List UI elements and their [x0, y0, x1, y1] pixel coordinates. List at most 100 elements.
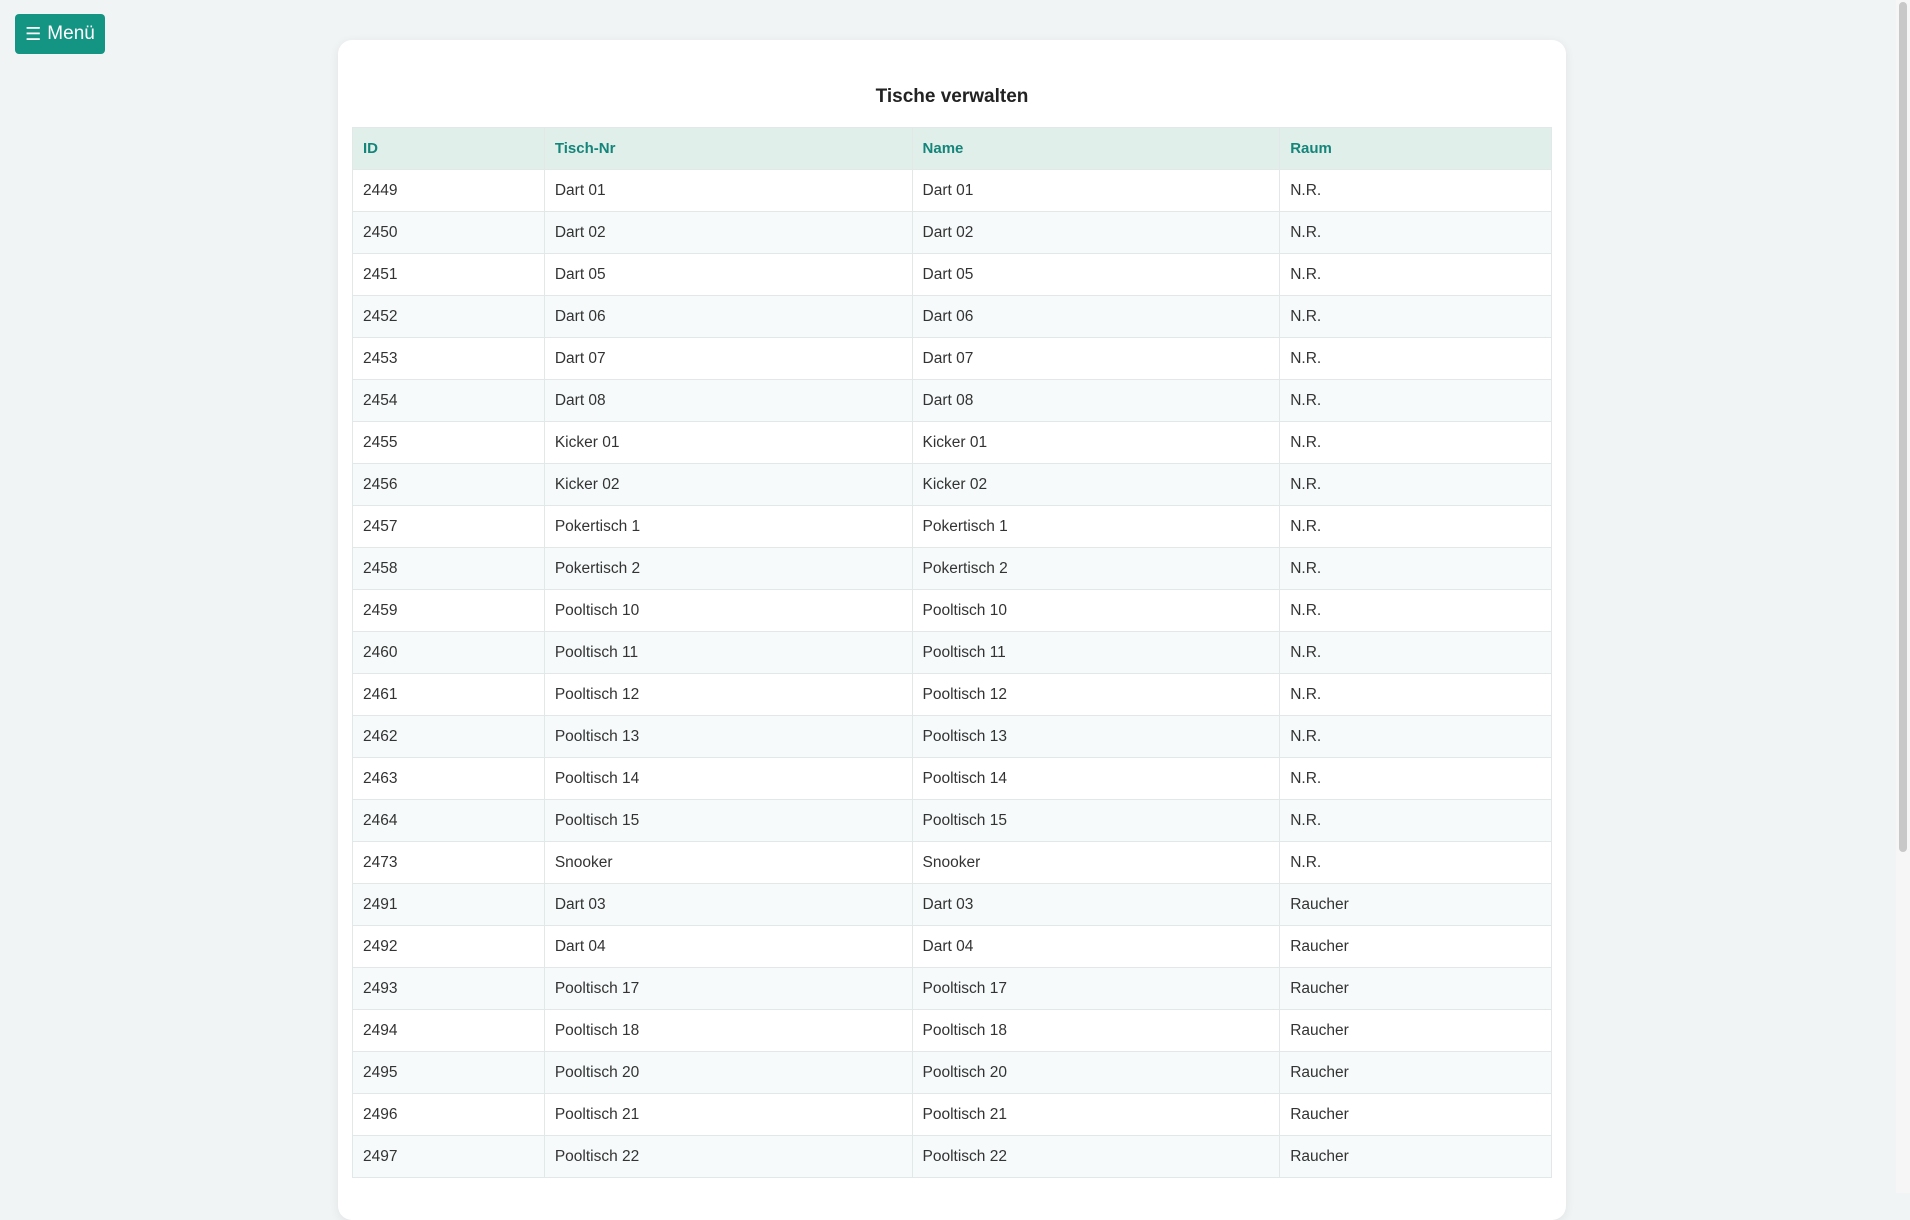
- cell-tisch-nr: Kicker 02: [543, 463, 913, 506]
- cell-tisch-nr: Snooker: [543, 841, 913, 884]
- table-row[interactable]: 2456 Kicker 02 Kicker 02 N.R.: [352, 463, 1552, 506]
- cell-name: Dart 01: [911, 169, 1281, 212]
- cell-tisch-nr: Kicker 01: [543, 421, 913, 464]
- table-row[interactable]: 2460 Pooltisch 11 Pooltisch 11 N.R.: [352, 631, 1552, 674]
- tables-table: ID Tisch-Nr Name Raum 2449 Dart 01 Dart 01…: [352, 127, 1552, 1178]
- table-body: 2449 Dart 01 Dart 01 N.R. 2450 Dart 02 Dart 02…: [352, 169, 1552, 1178]
- cell-id: 2454: [352, 379, 545, 422]
- cell-id: 2452: [352, 295, 545, 338]
- table-row[interactable]: 2495 Pooltisch 20 Pooltisch 20 Raucher: [352, 1051, 1552, 1094]
- cell-id: 2451: [352, 253, 545, 296]
- cell-raum: N.R.: [1279, 295, 1552, 338]
- cell-name: Dart 04: [911, 925, 1281, 968]
- cell-tisch-nr: Pooltisch 13: [543, 715, 913, 758]
- cell-name: Kicker 02: [911, 463, 1281, 506]
- table-row[interactable]: 2454 Dart 08 Dart 08 N.R.: [352, 379, 1552, 422]
- table-row[interactable]: 2449 Dart 01 Dart 01 N.R.: [352, 169, 1552, 212]
- cell-raum: Raucher: [1279, 1135, 1552, 1178]
- column-header-tisch-nr[interactable]: Tisch-Nr: [543, 127, 913, 170]
- cell-raum: Raucher: [1279, 1051, 1552, 1094]
- cell-raum: Raucher: [1279, 1009, 1552, 1052]
- cell-name: Pooltisch 11: [911, 631, 1281, 674]
- cell-id: 2494: [352, 1009, 545, 1052]
- cell-id: 2456: [352, 463, 545, 506]
- page-title: Tische verwalten: [875, 86, 1029, 107]
- cell-id: 2460: [352, 631, 545, 674]
- menu-button[interactable]: ☰ Menü: [15, 14, 105, 54]
- table-row[interactable]: 2492 Dart 04 Dart 04 Raucher: [352, 925, 1552, 968]
- table-row[interactable]: 2494 Pooltisch 18 Pooltisch 18 Raucher: [352, 1009, 1552, 1052]
- column-header-raum[interactable]: Raum: [1279, 127, 1552, 170]
- table-row[interactable]: 2459 Pooltisch 10 Pooltisch 10 N.R.: [352, 589, 1552, 632]
- cell-raum: N.R.: [1279, 631, 1552, 674]
- table-row[interactable]: 2451 Dart 05 Dart 05 N.R.: [352, 253, 1552, 296]
- table-row[interactable]: 2455 Kicker 01 Kicker 01 N.R.: [352, 421, 1552, 464]
- cell-name: Pooltisch 20: [911, 1051, 1281, 1094]
- tables-card: Tische verwalten ID Tisch-Nr Name Raum 2…: [338, 40, 1566, 1220]
- cell-raum: N.R.: [1279, 421, 1552, 464]
- table-row[interactable]: 2462 Pooltisch 13 Pooltisch 13 N.R.: [352, 715, 1552, 758]
- cell-name: Pooltisch 13: [911, 715, 1281, 758]
- cell-tisch-nr: Pooltisch 17: [543, 967, 913, 1010]
- cell-id: 2458: [352, 547, 545, 590]
- cell-tisch-nr: Dart 06: [543, 295, 913, 338]
- cell-tisch-nr: Dart 08: [543, 379, 913, 422]
- cell-raum: N.R.: [1279, 211, 1552, 254]
- table-row[interactable]: 2452 Dart 06 Dart 06 N.R.: [352, 295, 1552, 338]
- table-row[interactable]: 2458 Pokertisch 2 Pokertisch 2 N.R.: [352, 547, 1552, 590]
- menu-button-label: Menü: [47, 23, 95, 44]
- table-row[interactable]: 2464 Pooltisch 15 Pooltisch 15 N.R.: [352, 799, 1552, 842]
- table-row[interactable]: 2491 Dart 03 Dart 03 Raucher: [352, 883, 1552, 926]
- cell-tisch-nr: Dart 05: [543, 253, 913, 296]
- cell-raum: N.R.: [1279, 463, 1552, 506]
- cell-tisch-nr: Pooltisch 20: [543, 1051, 913, 1094]
- cell-raum: N.R.: [1279, 673, 1552, 716]
- cell-name: Pokertisch 1: [911, 505, 1281, 548]
- cell-name: Dart 05: [911, 253, 1281, 296]
- cell-name: Dart 07: [911, 337, 1281, 380]
- cell-name: Pooltisch 21: [911, 1093, 1281, 1136]
- hamburger-icon: ☰: [25, 24, 42, 44]
- table-row[interactable]: 2493 Pooltisch 17 Pooltisch 17 Raucher: [352, 967, 1552, 1010]
- table-row[interactable]: 2457 Pokertisch 1 Pokertisch 1 N.R.: [352, 505, 1552, 548]
- cell-tisch-nr: Pooltisch 18: [543, 1009, 913, 1052]
- cell-name: Kicker 01: [911, 421, 1281, 464]
- cell-tisch-nr: Pooltisch 11: [543, 631, 913, 674]
- cell-name: Snooker: [911, 841, 1281, 884]
- table-header-row: ID Tisch-Nr Name Raum: [352, 127, 1552, 170]
- cell-id: 2449: [352, 169, 545, 212]
- cell-tisch-nr: Pooltisch 22: [543, 1135, 913, 1178]
- cell-tisch-nr: Dart 04: [543, 925, 913, 968]
- cell-raum: Raucher: [1279, 967, 1552, 1010]
- cell-id: 2461: [352, 673, 545, 716]
- table-row[interactable]: 2450 Dart 02 Dart 02 N.R.: [352, 211, 1552, 254]
- cell-name: Pokertisch 2: [911, 547, 1281, 590]
- cell-name: Pooltisch 14: [911, 757, 1281, 800]
- cell-raum: N.R.: [1279, 337, 1552, 380]
- cell-id: 2455: [352, 421, 545, 464]
- cell-raum: N.R.: [1279, 589, 1552, 632]
- table-row[interactable]: 2461 Pooltisch 12 Pooltisch 12 N.R.: [352, 673, 1552, 716]
- table-row[interactable]: 2453 Dart 07 Dart 07 N.R.: [352, 337, 1552, 380]
- cell-raum: N.R.: [1279, 799, 1552, 842]
- table-row[interactable]: 2497 Pooltisch 22 Pooltisch 22 Raucher: [352, 1135, 1552, 1178]
- table-row[interactable]: 2496 Pooltisch 21 Pooltisch 21 Raucher: [352, 1093, 1552, 1136]
- cell-name: Dart 06: [911, 295, 1281, 338]
- cell-name: Pooltisch 12: [911, 673, 1281, 716]
- cell-id: 2473: [352, 841, 545, 884]
- cell-id: 2463: [352, 757, 545, 800]
- column-header-id[interactable]: ID: [352, 127, 545, 170]
- table-row[interactable]: 2473 Snooker Snooker N.R.: [352, 841, 1552, 884]
- cell-raum: N.R.: [1279, 379, 1552, 422]
- vertical-scrollbar[interactable]: [1896, 0, 1910, 1193]
- cell-tisch-nr: Dart 07: [543, 337, 913, 380]
- column-header-name[interactable]: Name: [911, 127, 1281, 170]
- cell-id: 2497: [352, 1135, 545, 1178]
- cell-id: 2453: [352, 337, 545, 380]
- scrollbar-thumb[interactable]: [1899, 2, 1907, 852]
- cell-raum: N.R.: [1279, 253, 1552, 296]
- cell-name: Dart 08: [911, 379, 1281, 422]
- cell-name: Pooltisch 10: [911, 589, 1281, 632]
- table-row[interactable]: 2463 Pooltisch 14 Pooltisch 14 N.R.: [352, 757, 1552, 800]
- cell-tisch-nr: Dart 02: [543, 211, 913, 254]
